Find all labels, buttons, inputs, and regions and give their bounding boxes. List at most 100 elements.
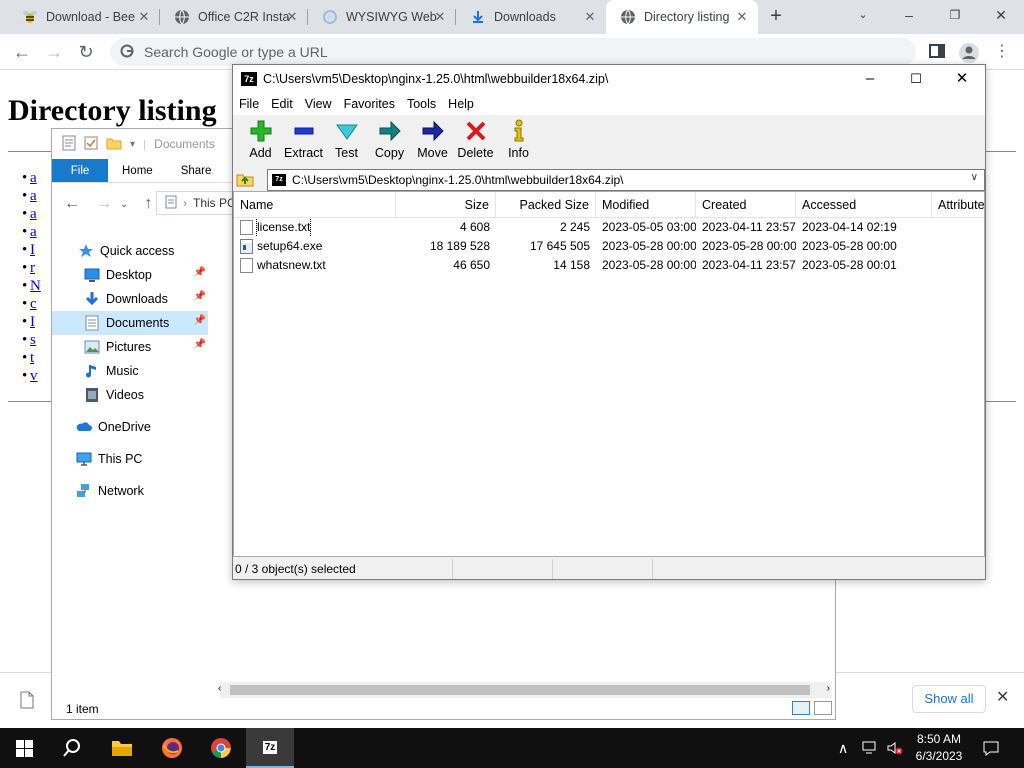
table-row[interactable]: setup64.exe 18 189 528 17 645 505 2023-0… [234, 237, 984, 256]
show-hidden-icons[interactable]: ∧ [838, 728, 848, 768]
move-button[interactable]: Move [411, 115, 454, 165]
chrome-taskbar-icon[interactable] [197, 728, 245, 768]
profile-avatar-icon[interactable] [958, 42, 979, 63]
sidebar-item-desktop[interactable]: Desktop 📌 [52, 263, 208, 287]
up-arrow-icon[interactable]: ↑ [144, 195, 152, 213]
menu-file[interactable]: File [233, 93, 265, 115]
table-row[interactable]: whatsnew.txt 46 650 14 158 2023-05-28 00… [234, 256, 984, 275]
sidebar-item-network[interactable]: Network [52, 479, 208, 503]
copy-button[interactable]: Copy [368, 115, 411, 165]
chevron-down-icon[interactable]: ▾ [130, 139, 135, 150]
recent-chevron-icon[interactable]: ⌄ [120, 199, 128, 210]
tab-directory-listing[interactable]: Directory listing ✕ [606, 0, 758, 34]
details-view-icon[interactable] [792, 701, 810, 715]
maximize-icon[interactable]: ☐ [893, 65, 939, 93]
chevron-down-icon[interactable]: ∨ [971, 172, 978, 183]
sidebar-item-this-pc[interactable]: This PC [52, 447, 208, 471]
list-item[interactable]: I [22, 242, 41, 260]
close-icon[interactable]: ✕ [996, 687, 1009, 707]
pin-icon[interactable]: 📌 [194, 315, 206, 326]
sidebar-item-pictures[interactable]: Pictures 📌 [52, 335, 208, 359]
large-icons-view-icon[interactable] [814, 701, 832, 715]
close-icon[interactable]: ✕ [432, 9, 448, 25]
delete-button[interactable]: Delete [454, 115, 497, 165]
column-created[interactable]: Created [696, 192, 796, 217]
column-accessed[interactable]: Accessed [796, 192, 932, 217]
table-row[interactable]: license.txt 4 608 2 245 2023-05-05 03:00… [234, 218, 984, 237]
close-icon[interactable]: ✕ [136, 9, 152, 25]
folder-up-icon[interactable] [233, 168, 257, 190]
sidebar-item-documents[interactable]: Documents 📌 [52, 311, 208, 335]
restore-icon[interactable]: ❐ [932, 0, 978, 30]
menu-help[interactable]: Help [442, 93, 480, 115]
list-item[interactable]: N [22, 278, 41, 296]
folder-icon[interactable] [106, 136, 122, 153]
column-modified[interactable]: Modified [596, 192, 696, 217]
tab-download-bee[interactable]: Download - Bee ✕ [8, 0, 160, 34]
back-arrow-icon[interactable]: ← [10, 40, 34, 64]
sidebar-item-music[interactable]: Music [52, 359, 208, 383]
close-window-icon[interactable]: ✕ [978, 0, 1024, 30]
clock[interactable]: 8:50 AM 6/3/2023 [906, 731, 972, 765]
volume-muted-icon[interactable] [886, 728, 904, 768]
pin-icon[interactable]: 📌 [194, 291, 206, 302]
firefox-taskbar-icon[interactable] [148, 728, 196, 768]
show-all-button[interactable]: Show all [912, 685, 986, 713]
add-button[interactable]: Add [239, 115, 282, 165]
list-item[interactable]: t [22, 350, 41, 368]
list-item[interactable]: c [22, 296, 41, 314]
test-button[interactable]: Test [325, 115, 368, 165]
scrollbar-thumb[interactable] [230, 685, 810, 695]
column-packed-size[interactable]: Packed Size [496, 192, 596, 217]
list-item[interactable]: r [22, 260, 41, 278]
reload-icon[interactable]: ↻ [74, 40, 98, 64]
list-item[interactable]: a [22, 188, 41, 206]
tab-wysiwyg[interactable]: WYSIWYG Web ✕ [308, 0, 456, 34]
path-field[interactable]: 7z C:\Users\vm5\Desktop\nginx-1.25.0\htm… [267, 169, 985, 191]
forward-arrow-icon[interactable]: → [42, 40, 66, 64]
list-item[interactable]: v [22, 368, 41, 386]
checkmark-icon[interactable] [84, 136, 98, 153]
network-tray-icon[interactable] [862, 728, 880, 768]
7zip-taskbar-icon[interactable]: 7z [246, 728, 294, 768]
close-icon[interactable]: ✕ [939, 65, 985, 93]
horizontal-scrollbar[interactable]: ‹ › [218, 682, 832, 698]
close-icon[interactable]: ✕ [284, 9, 300, 25]
column-size[interactable]: Size [396, 192, 496, 217]
search-button[interactable] [48, 728, 96, 768]
minimize-icon[interactable]: – [886, 0, 932, 30]
column-attribute[interactable]: Attribute [932, 192, 984, 217]
tab-file[interactable]: File [52, 159, 108, 182]
menu-edit[interactable]: Edit [265, 93, 299, 115]
list-item[interactable]: a [22, 170, 41, 188]
back-arrow-icon[interactable]: ← [64, 195, 80, 213]
tab-search-chevron-icon[interactable]: ⌄ [840, 0, 886, 30]
chevron-up-icon[interactable]: ∧ [838, 740, 848, 757]
close-icon[interactable]: ✕ [582, 9, 598, 25]
list-item[interactable]: I [22, 314, 41, 332]
minimize-icon[interactable]: – [847, 65, 893, 93]
sidebar-item-downloads[interactable]: Downloads 📌 [52, 287, 208, 311]
sidebar-item-quick-access[interactable]: Quick access [52, 239, 208, 263]
menu-favorites[interactable]: Favorites [338, 93, 401, 115]
list-item[interactable]: s [22, 332, 41, 350]
new-tab-button[interactable]: + [764, 5, 788, 29]
menu-dots-icon[interactable]: ⋮ [990, 40, 1014, 64]
sidebar-item-videos[interactable]: Videos [52, 383, 208, 407]
forward-arrow-icon[interactable]: → [96, 195, 112, 213]
properties-icon[interactable] [62, 135, 76, 154]
info-button[interactable]: Info [497, 115, 540, 165]
extract-button[interactable]: Extract [282, 115, 325, 165]
list-item[interactable]: a [22, 224, 41, 242]
list-item[interactable]: a [22, 206, 41, 224]
scroll-left-icon[interactable]: ‹ [218, 683, 221, 694]
scroll-right-icon[interactable]: › [827, 683, 830, 694]
tab-downloads[interactable]: Downloads ✕ [456, 0, 606, 34]
pin-icon[interactable]: 📌 [194, 339, 206, 350]
notifications-icon[interactable] [982, 728, 1000, 768]
menu-view[interactable]: View [299, 93, 338, 115]
tab-office-c2r[interactable]: Office C2R Insta ✕ [160, 0, 308, 34]
tab-share[interactable]: Share [167, 159, 226, 182]
menu-tools[interactable]: Tools [401, 93, 442, 115]
tab-home[interactable]: Home [108, 159, 167, 182]
